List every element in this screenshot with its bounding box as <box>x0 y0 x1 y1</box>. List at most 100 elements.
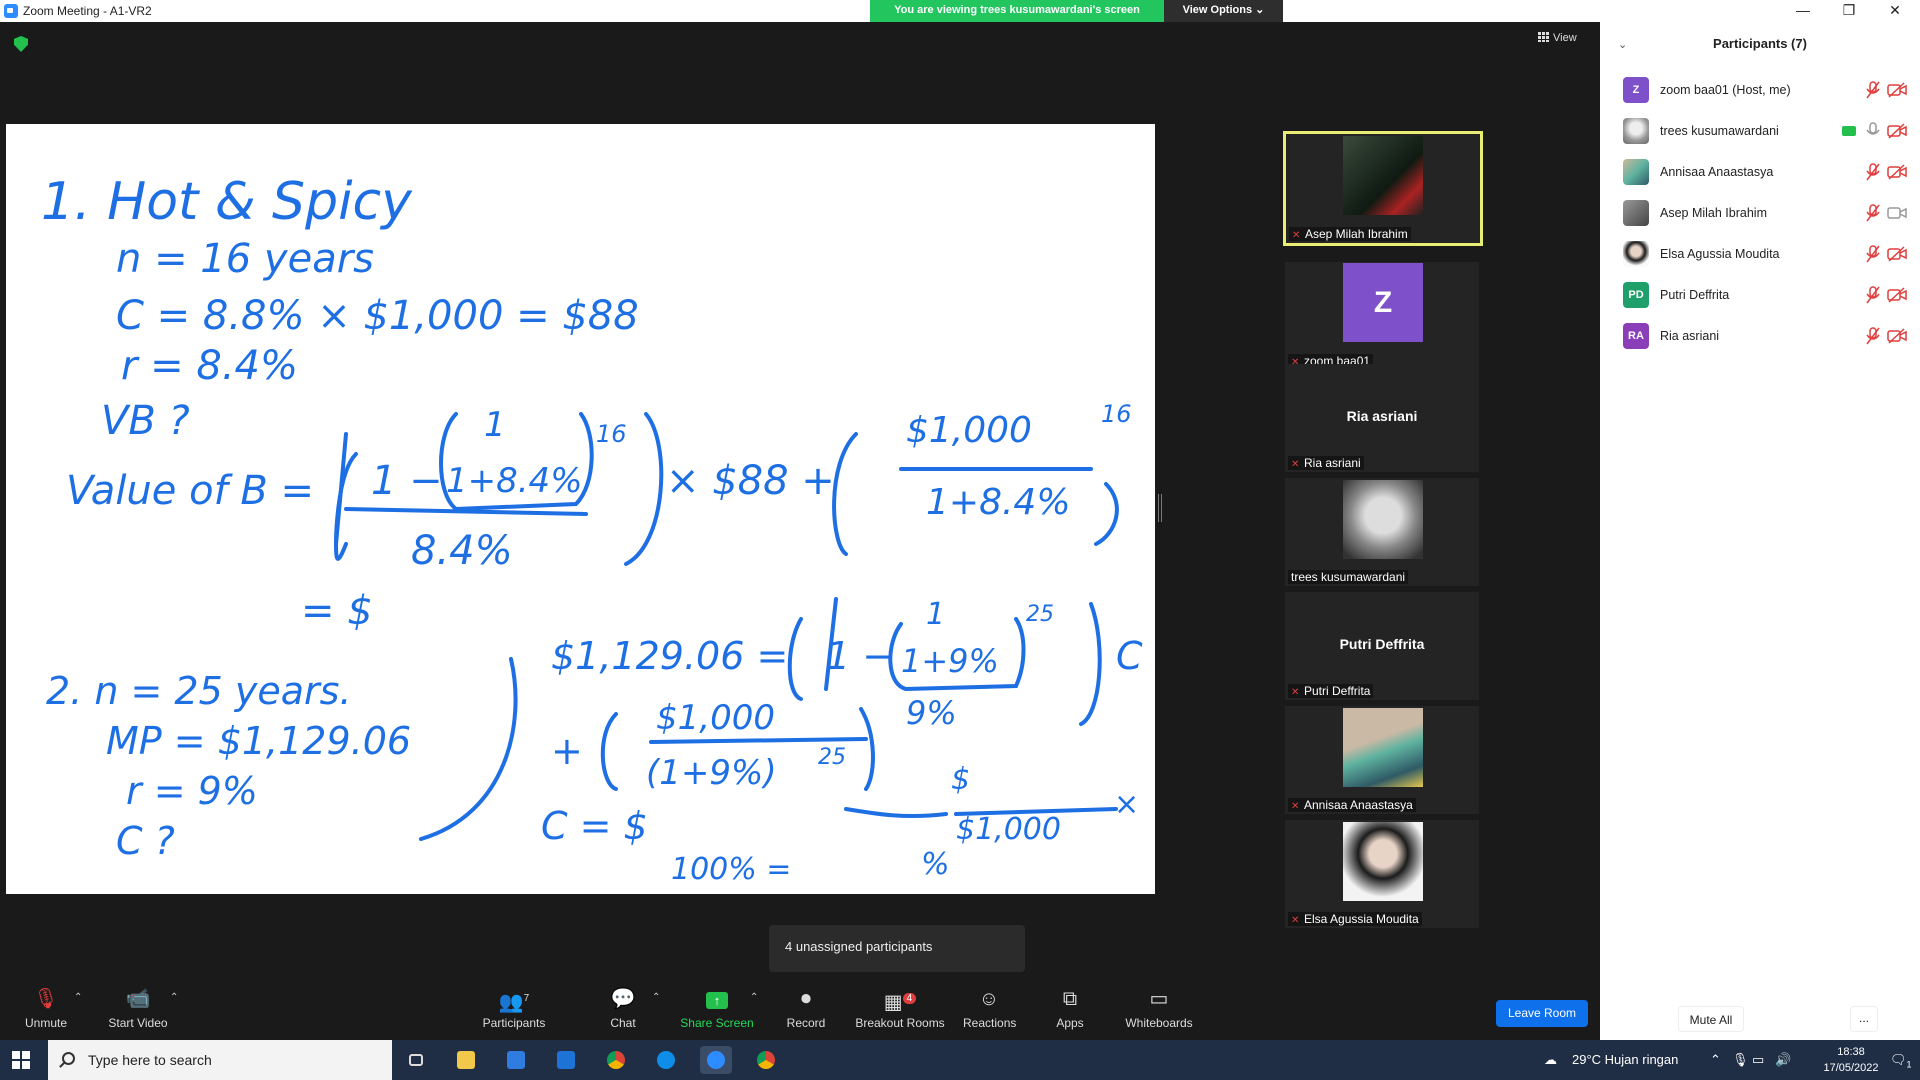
start-video-label: Start Video <box>108 1016 168 1030</box>
clock-time: 18:38 <box>1837 1046 1865 1058</box>
tile-name: Putri Deffrita <box>1304 684 1371 698</box>
video-tile-putri[interactable]: Putri Deffrita ✕ Putri Deffrita <box>1285 592 1479 700</box>
wb-q2-plus: + <box>551 729 583 773</box>
search-icon <box>62 1052 75 1065</box>
share-options-caret-icon[interactable]: ⌃ <box>750 992 758 1003</box>
muted-mic-icon: 🎙 <box>33 988 59 1010</box>
reactions-button[interactable]: ☺ Reactions <box>963 988 1016 1030</box>
participants-button[interactable]: 👥7 Participants <box>480 988 548 1030</box>
volume-icon[interactable]: 🔊 <box>1775 1052 1791 1068</box>
restore-icon[interactable]: ❐ <box>1826 0 1872 22</box>
video-tile-ria[interactable]: Ria asriani ✕ Ria asriani <box>1285 364 1479 472</box>
avatar <box>1623 159 1649 185</box>
microphone-tray-icon[interactable]: 🎙 <box>1732 1052 1749 1068</box>
video-off-icon[interactable] <box>1887 82 1907 98</box>
video-icon[interactable] <box>1887 205 1907 221</box>
notification-count: 1 <box>1906 1059 1912 1070</box>
wb-line6e: 16 <box>596 420 627 448</box>
taskbar-search-input[interactable]: Type here to search <box>48 1040 392 1080</box>
wb-q2-line3: r = 9% <box>126 769 258 813</box>
grid-icon <box>1538 32 1549 42</box>
close-icon[interactable]: ✕ <box>1872 0 1918 22</box>
panel-resize-handle[interactable] <box>1158 494 1162 522</box>
notification-icon[interactable]: 🗨1 <box>1890 1052 1912 1070</box>
video-tile-zoom-baa01[interactable]: Z ✕ zoom baa01 <box>1285 262 1479 370</box>
video-tile-annisaa[interactable]: ✕ Annisaa Anaastasya <box>1285 706 1479 814</box>
view-options-button[interactable]: View Options ⌄ <box>1164 0 1283 22</box>
teamviewer-icon[interactable] <box>650 1046 682 1074</box>
record-button[interactable]: ⏺ Record <box>785 988 827 1030</box>
chrome-icon[interactable] <box>600 1046 632 1074</box>
avatar: Z <box>1623 77 1649 103</box>
video-tile-asep[interactable]: ✕ Asep Milah Ibrahim <box>1283 131 1483 246</box>
participant-row[interactable]: Elsa Agussia Moudita <box>1600 234 1920 275</box>
whiteboard-icon: ▭ <box>1149 988 1169 1010</box>
wb-line2: n = 16 years <box>116 236 374 282</box>
start-video-button[interactable]: 📹 Start Video <box>106 988 170 1030</box>
task-view-icon[interactable] <box>400 1046 432 1074</box>
microsoft-store-icon[interactable] <box>500 1046 532 1074</box>
file-explorer-icon[interactable] <box>450 1046 482 1074</box>
weather-text[interactable]: 29°C Hujan ringan <box>1572 1052 1678 1067</box>
muted-mic-icon[interactable] <box>1865 286 1881 304</box>
video-options-caret-icon[interactable]: ⌃ <box>170 992 178 1003</box>
mute-all-button[interactable]: Mute All <box>1678 1006 1744 1032</box>
audio-options-caret-icon[interactable]: ⌃ <box>74 992 82 1003</box>
chrome-profile-icon[interactable] <box>750 1046 782 1074</box>
participant-row[interactable]: RA Ria asriani <box>1600 316 1920 357</box>
participant-name: Elsa Agussia Moudita <box>1660 247 1780 261</box>
share-screen-button[interactable]: ↑ Share Screen <box>680 988 754 1030</box>
participant-row[interactable]: trees kusumawardani <box>1600 111 1920 152</box>
zoom-taskbar-icon[interactable] <box>700 1046 732 1074</box>
video-off-icon[interactable] <box>1887 123 1907 139</box>
participant-row[interactable]: Annisaa Anaastasya <box>1600 152 1920 193</box>
avatar <box>1623 241 1649 267</box>
shared-whiteboard: 1. Hot & Spicy n = 16 years C = 8.8% × $… <box>6 124 1155 894</box>
muted-mic-icon[interactable] <box>1865 327 1881 345</box>
chat-options-caret-icon[interactable]: ⌃ <box>652 992 660 1003</box>
video-off-icon[interactable] <box>1887 246 1907 262</box>
muted-mic-icon[interactable] <box>1865 245 1881 263</box>
video-tile-trees[interactable]: trees kusumawardani <box>1285 478 1479 586</box>
apps-label: Apps <box>1056 1016 1084 1030</box>
minimize-icon[interactable]: — <box>1780 0 1826 22</box>
view-button[interactable]: View <box>1538 32 1577 44</box>
windows-start-icon[interactable] <box>12 1051 30 1069</box>
participant-name: trees kusumawardani <box>1660 124 1779 138</box>
network-icon[interactable]: ▭ <box>1752 1052 1764 1068</box>
participants-count: 7 <box>523 993 530 1004</box>
tile-label: ✕ Annisaa Anaastasya <box>1288 798 1416 812</box>
muted-mic-icon[interactable] <box>1865 163 1881 181</box>
chat-button[interactable]: 💬 Chat <box>608 988 638 1030</box>
unmute-button[interactable]: 🎙 Unmute <box>22 988 70 1030</box>
tray-chevron-icon[interactable]: ⌃ <box>1710 1052 1721 1068</box>
muted-mic-icon[interactable] <box>1865 204 1881 222</box>
wb-q2-c: C = $ <box>541 804 648 848</box>
video-off-icon[interactable] <box>1887 287 1907 303</box>
video-off-icon[interactable] <box>1887 328 1907 344</box>
wb-q2-line1: 2. n = 25 years. <box>46 669 352 713</box>
more-options-button[interactable]: ... <box>1850 1006 1878 1032</box>
weather-cloud-icon[interactable]: ☁ <box>1544 1052 1557 1068</box>
participant-row[interactable]: Z zoom baa01 (Host, me) <box>1600 70 1920 111</box>
muted-mic-icon[interactable] <box>1865 81 1881 99</box>
security-shield-icon[interactable] <box>14 36 28 52</box>
taskbar-clock[interactable]: 18:38 17/05/2022 <box>1815 1044 1887 1076</box>
leave-room-button[interactable]: Leave Room <box>1496 1000 1588 1027</box>
participant-video <box>1343 136 1423 215</box>
reactions-icon: ☺ <box>978 988 1000 1010</box>
muted-mic-icon: ✕ <box>1291 801 1300 812</box>
video-off-icon[interactable] <box>1887 164 1907 180</box>
participant-row[interactable]: PD Putri Deffrita <box>1600 275 1920 316</box>
whiteboards-button[interactable]: ▭ Whiteboards <box>1124 988 1194 1030</box>
participant-photo <box>1343 480 1423 559</box>
video-tile-elsa[interactable]: ✕ Elsa Agussia Moudita <box>1285 820 1479 928</box>
mail-icon[interactable] <box>550 1046 582 1074</box>
viewing-screen-banner: You are viewing trees kusumawardani's sc… <box>870 0 1164 22</box>
breakout-rooms-button[interactable]: ▦ 4 Breakout Rooms <box>854 988 946 1030</box>
participant-row[interactable]: Asep Milah Ibrahim <box>1600 193 1920 234</box>
apps-button[interactable]: ⧉ Apps <box>1055 988 1085 1030</box>
participant-name: Annisaa Anaastasya <box>1660 165 1774 179</box>
mic-icon[interactable] <box>1865 122 1881 140</box>
zoom-app-icon <box>4 4 18 18</box>
